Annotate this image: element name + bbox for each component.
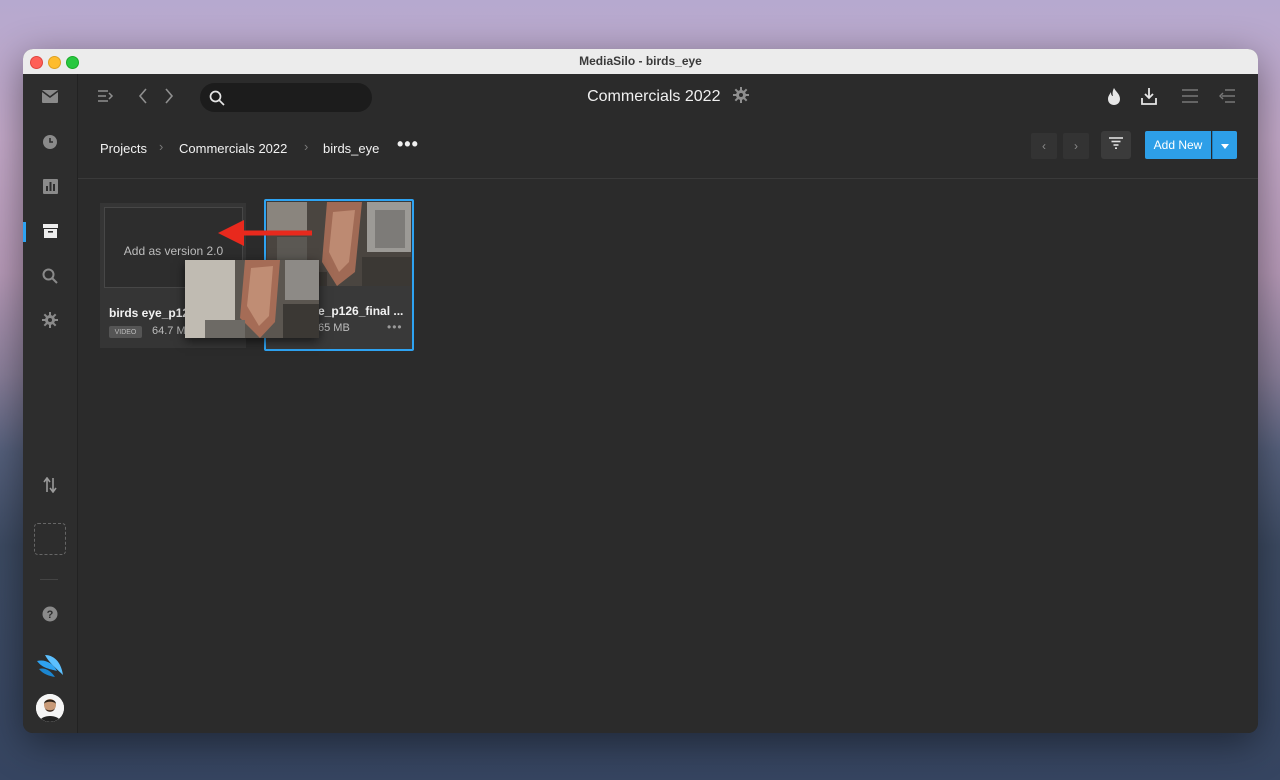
main-panel: Commercials 2022 Projects › Commercials … [78, 74, 1258, 733]
archive-icon[interactable] [41, 222, 59, 240]
analytics-icon[interactable] [41, 177, 59, 195]
asset-title[interactable]: e_p126_final ... [318, 304, 403, 318]
filter-icon [1109, 136, 1123, 154]
sidebar-divider [40, 579, 58, 580]
sidebar: ? [23, 74, 78, 733]
card-more-button[interactable]: ••• [387, 320, 403, 334]
prev-page-button[interactable]: ‹ [1031, 133, 1057, 159]
mediasilo-logo-icon[interactable] [35, 650, 65, 680]
breadcrumb-separator: › [159, 139, 164, 154]
add-new-dropdown-button[interactable] [1212, 131, 1237, 159]
active-indicator [23, 222, 26, 242]
title-bar: MediaSilo - birds_eye [23, 49, 1258, 75]
breadcrumb-birds-eye[interactable]: birds_eye [323, 141, 379, 156]
inbox-icon[interactable] [41, 87, 59, 105]
breadcrumb-more-button[interactable]: ••• [397, 134, 419, 155]
caret-down-icon [1221, 136, 1229, 154]
drag-direction-arrow-icon [218, 218, 314, 253]
search-icon[interactable] [41, 267, 59, 285]
collapse-panel-icon[interactable] [1219, 89, 1235, 103]
project-title: Commercials 2022 [587, 88, 721, 105]
gear-icon[interactable] [41, 311, 59, 329]
add-new-button[interactable]: Add New [1145, 131, 1211, 159]
drop-target[interactable] [34, 523, 66, 555]
clock-icon[interactable] [41, 133, 59, 151]
avatar[interactable] [36, 694, 64, 722]
list-view-icon[interactable] [1182, 89, 1198, 103]
download-icon[interactable] [1141, 88, 1157, 105]
breadcrumb-commercials[interactable]: Commercials 2022 [179, 141, 287, 156]
filter-button[interactable] [1101, 131, 1131, 159]
window-title: MediaSilo - birds_eye [579, 54, 702, 68]
project-settings-icon[interactable] [732, 87, 749, 108]
top-bar: Commercials 2022 [78, 74, 1258, 120]
next-page-button[interactable]: › [1063, 133, 1089, 159]
media-type-badge: VIDEO [109, 326, 142, 338]
svg-text:?: ? [47, 609, 54, 621]
asset-title[interactable]: birds eye_p12 [109, 306, 189, 320]
breadcrumb: Projects › Commercials 2022 › birds_eye … [78, 120, 1258, 179]
breadcrumb-separator: › [304, 139, 309, 154]
file-size: 65 MB [318, 322, 350, 334]
help-icon[interactable]: ? [41, 605, 59, 623]
flame-icon[interactable] [1107, 88, 1121, 105]
drag-preview-thumbnail [185, 260, 319, 338]
page-title: Commercials 2022 [78, 87, 1258, 108]
app-window: MediaSilo - birds_eye ? Commercials 2022… [23, 49, 1258, 733]
breadcrumb-projects[interactable]: Projects [100, 141, 147, 156]
sort-arrows-icon[interactable] [41, 476, 59, 494]
